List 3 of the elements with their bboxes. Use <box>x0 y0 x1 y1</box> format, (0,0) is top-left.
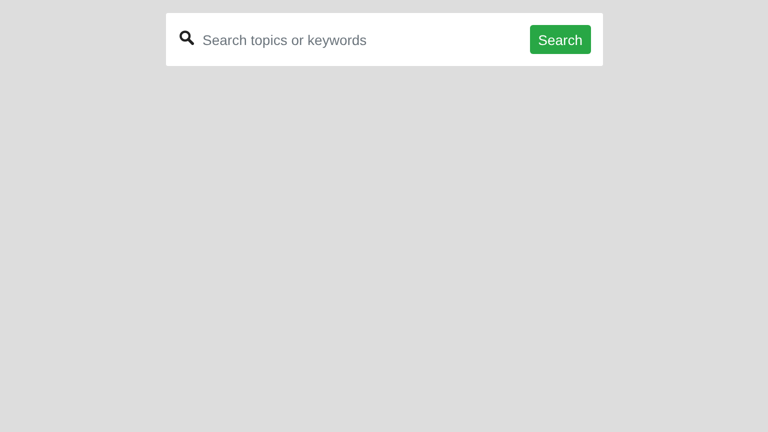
search-button[interactable]: Search <box>530 25 590 54</box>
search-field[interactable]: Search topics or keywords Search <box>166 13 602 66</box>
search-icon <box>178 30 194 45</box>
